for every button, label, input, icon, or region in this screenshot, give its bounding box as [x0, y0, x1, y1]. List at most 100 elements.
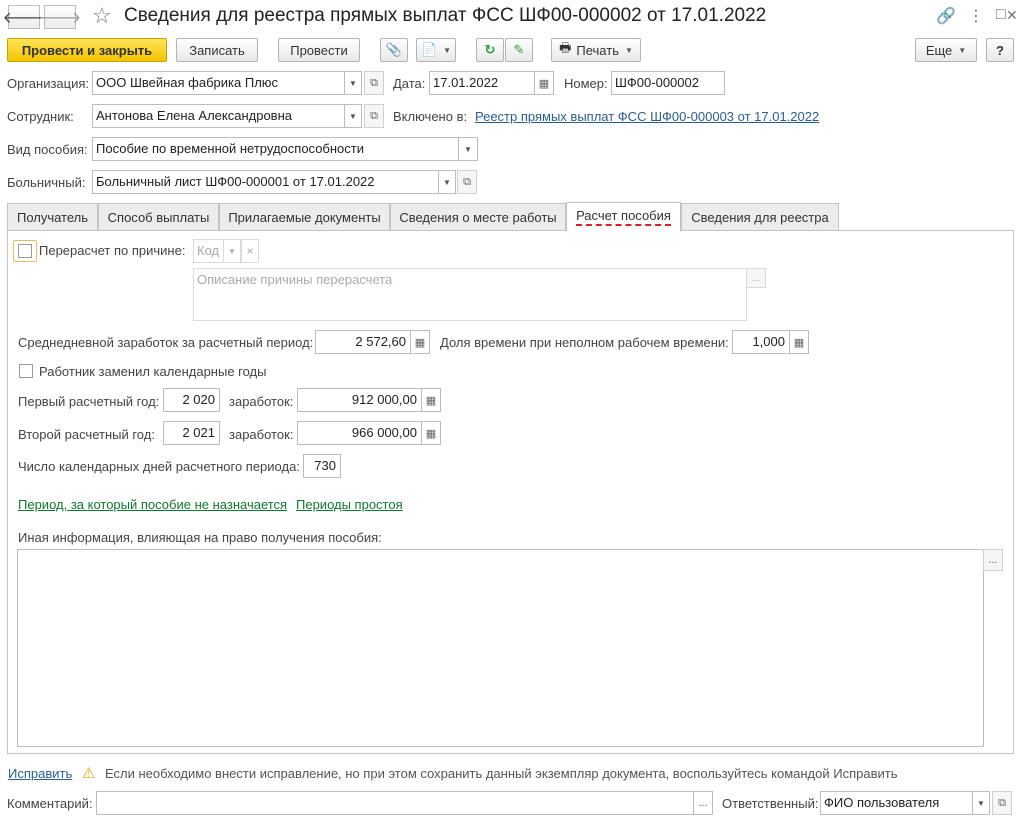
first-year-label: Первый расчетный год: [18, 394, 160, 409]
employee-dropdown-button[interactable]: ▼ [344, 104, 362, 128]
edit-movements-button[interactable]: ✎ [505, 38, 533, 62]
responsible-dropdown-button[interactable]: ▼ [972, 791, 990, 815]
post-and-close-button[interactable]: Провести и закрыть [7, 38, 167, 62]
more-menu-icon[interactable]: ⋮ [968, 6, 984, 26]
org-dropdown-button[interactable]: ▼ [344, 71, 362, 95]
first-year-calc-button[interactable]: ▦ [421, 388, 441, 412]
calculator-icon: ▦ [425, 394, 437, 407]
comment-ellipsis-button[interactable]: ... [693, 791, 713, 815]
first-year-earnings-field[interactable]: 912 000,00 [297, 388, 422, 412]
time-share-calc-button[interactable]: ▦ [789, 330, 809, 354]
ellipsis-icon: ... [751, 272, 761, 284]
edit-icon: ✎ [513, 42, 525, 57]
other-info-textarea[interactable] [17, 549, 984, 747]
tab-recipient[interactable]: Получатель [7, 203, 98, 231]
registry-link[interactable]: Реестр прямых выплат ФСС ШФ00-000003 от … [475, 109, 819, 124]
recalc-code-clear-button[interactable]: × [241, 239, 259, 263]
avg-earnings-calc-button[interactable]: ▦ [410, 330, 430, 354]
comment-field[interactable] [96, 791, 694, 815]
second-year-field[interactable]: 2 021 [163, 421, 220, 445]
chevron-down-icon: ▼ [228, 246, 236, 256]
forward-button[interactable]: 🡒 [39, 5, 81, 29]
calendar-days-label: Число календарных дней расчетного период… [18, 459, 300, 474]
tab-workplace-info[interactable]: Сведения о месте работы [390, 203, 566, 231]
close-icon[interactable]: ✕ [1006, 7, 1018, 24]
avg-earnings-label: Среднедневной заработок за расчетный пер… [18, 335, 314, 350]
second-year-calc-button[interactable]: ▦ [421, 421, 441, 445]
maximize-icon[interactable]: □ [996, 6, 1006, 24]
employee-field[interactable]: Антонова Елена Александровна [92, 104, 345, 128]
chevron-down-icon: ▼ [349, 111, 357, 121]
date-field[interactable]: 17.01.2022 [429, 71, 535, 95]
second-year-earnings-field[interactable]: 966 000,00 [297, 421, 422, 445]
tab-attached-documents[interactable]: Прилагаемые документы [219, 203, 390, 231]
responsible-label: Ответственный: [722, 796, 819, 811]
calendar-icon: ▦ [538, 77, 550, 90]
tab-benefit-calc[interactable]: Расчет пособия [566, 202, 681, 232]
second-year-earnings-label: заработок: [229, 427, 294, 442]
chevron-down-icon: ▼ [349, 78, 357, 88]
recalc-reason-field[interactable]: Описание причины перерасчета [193, 268, 747, 321]
second-year-label: Второй расчетный год: [18, 427, 155, 442]
avg-earnings-field[interactable]: 2 572,60 [315, 330, 411, 354]
attach-button[interactable]: 📎 [380, 38, 408, 62]
fix-link[interactable]: Исправить [8, 766, 72, 781]
calculator-icon: ▦ [425, 427, 437, 440]
ellipsis-icon: ... [988, 554, 998, 566]
refresh-icon: ↻ [484, 42, 496, 57]
more-button[interactable]: Еще ▼ [915, 38, 977, 62]
tab-payment-method[interactable]: Способ выплаты [98, 203, 219, 231]
sick-leave-open-button[interactable]: ⧉ [457, 170, 477, 194]
calendar-days-field[interactable]: 730 [303, 454, 341, 478]
open-icon: ⧉ [463, 175, 471, 188]
date-picker-button[interactable]: ▦ [534, 71, 554, 95]
chevron-down-icon: ▼ [464, 144, 472, 154]
create-based-on-button[interactable]: 📄 ▼ [416, 38, 456, 62]
recalc-code-field[interactable]: Код [193, 239, 224, 263]
benefit-type-field[interactable]: Пособие по временной нетрудоспособности [92, 137, 459, 161]
chevron-down-icon: ▼ [443, 177, 451, 187]
back-button[interactable]: 🡐 [3, 5, 45, 29]
first-year-field[interactable]: 2 020 [163, 388, 220, 412]
favorite-star-icon[interactable]: ☆ [92, 3, 112, 29]
save-button[interactable]: Записать [176, 38, 258, 62]
arrow-right-icon: 🡒 [38, 9, 82, 27]
recalc-reason-ellipsis-button[interactable]: ... [746, 268, 766, 288]
recalc-label: Перерасчет по причине: [39, 243, 186, 258]
recalc-code-dropdown-button[interactable]: ▼ [223, 239, 241, 263]
document-icon: 📄 [420, 42, 438, 57]
number-field[interactable]: ШФ00-000002 [611, 71, 725, 95]
org-field[interactable]: ООО Швейная фабрика Плюс [92, 71, 345, 95]
link-icon[interactable]: 🔗 [936, 6, 956, 26]
warning-icon: ⚠ [82, 765, 96, 782]
benefit-type-label: Вид пособия: [7, 142, 88, 157]
other-info-ellipsis-button[interactable]: ... [983, 549, 1003, 571]
responsible-open-button[interactable]: ⧉ [992, 791, 1012, 815]
responsible-field[interactable]: ФИО пользователя [820, 791, 973, 815]
downtime-periods-link[interactable]: Периоды простоя [296, 497, 403, 512]
no-benefit-period-link[interactable]: Период, за который пособие не назначаетс… [18, 497, 287, 512]
clear-icon: × [246, 244, 254, 258]
chevron-down-icon: ▼ [977, 798, 985, 808]
first-year-earnings-label: заработок: [229, 394, 294, 409]
open-icon: ⧉ [370, 76, 378, 89]
sick-leave-field[interactable]: Больничный лист ШФ00-000001 от 17.01.202… [92, 170, 439, 194]
included-label: Включено в: [393, 109, 468, 124]
calculator-icon: ▦ [793, 336, 805, 349]
org-open-button[interactable]: ⧉ [364, 71, 384, 95]
post-button[interactable]: Провести [278, 38, 360, 62]
employee-open-button[interactable]: ⧉ [364, 104, 384, 128]
sick-leave-label: Больничный: [7, 175, 86, 190]
chevron-down-icon: ▼ [443, 45, 452, 55]
tab-registry-info[interactable]: Сведения для реестра [681, 203, 839, 231]
sick-leave-dropdown-button[interactable]: ▼ [438, 170, 456, 194]
time-share-field[interactable]: 1,000 [732, 330, 790, 354]
replaced-years-checkbox[interactable] [19, 364, 33, 378]
help-button[interactable]: ? [986, 38, 1014, 62]
other-info-label: Иная информация, влияющая на право получ… [18, 530, 382, 545]
refresh-button[interactable]: ↻ [476, 38, 504, 62]
recalc-checkbox[interactable] [18, 244, 32, 258]
print-button[interactable]: 🖶 Печать ▼ [551, 38, 641, 62]
open-icon: ⧉ [370, 109, 378, 122]
benefit-type-dropdown-button[interactable]: ▼ [458, 137, 478, 161]
